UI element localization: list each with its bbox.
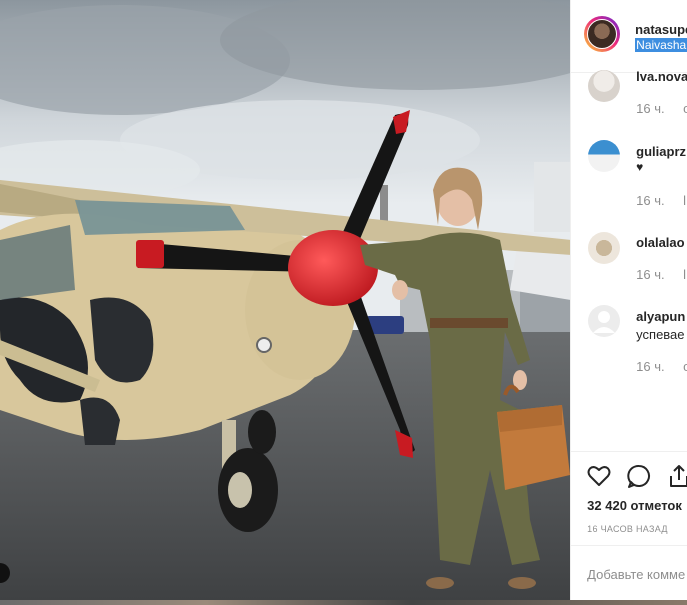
commenter-avatar[interactable] xyxy=(588,232,621,264)
commenter-username[interactable]: olalalao xyxy=(636,235,684,250)
default-avatar-icon xyxy=(593,311,616,333)
reply-button[interactable]: l xyxy=(683,193,686,208)
comment-text: успевае xyxy=(636,327,685,342)
add-comment-field[interactable]: Добавьте комме xyxy=(571,545,687,600)
commenter-avatar[interactable] xyxy=(588,70,621,102)
share-icon[interactable] xyxy=(666,463,687,489)
commenter-avatar[interactable] xyxy=(588,140,621,172)
comment-time[interactable]: 16 ч. xyxy=(636,359,664,374)
photo-scene xyxy=(0,0,571,600)
reply-button[interactable]: o xyxy=(683,359,687,374)
avatar-image xyxy=(587,19,618,49)
comment-time[interactable]: 16 ч. xyxy=(636,267,664,282)
commenter-avatar[interactable] xyxy=(588,305,621,337)
comment-text: ♥ xyxy=(636,160,644,174)
reply-button[interactable]: o xyxy=(683,101,687,116)
author-avatar[interactable] xyxy=(584,16,621,52)
comment-time[interactable]: 16 ч. xyxy=(636,193,664,208)
add-comment-placeholder: Добавьте комме xyxy=(587,567,686,582)
post-location[interactable]: Naivasha xyxy=(635,38,687,52)
heart-icon[interactable] xyxy=(586,463,612,489)
post-actions: 32 420 отметок 16 ЧАСОВ НАЗАД Добавьте к… xyxy=(571,451,687,600)
post-sidebar: natasupe Naivasha lva.nova 16 ч. o gulia… xyxy=(570,0,687,600)
comment-time[interactable]: 16 ч. xyxy=(636,101,664,116)
instagram-post: natasupe Naivasha lva.nova 16 ч. o gulia… xyxy=(0,0,687,600)
post-header: natasupe Naivasha xyxy=(571,0,687,73)
likes-count[interactable]: 32 420 отметок xyxy=(587,498,682,513)
reply-button[interactable]: l xyxy=(683,267,686,282)
comment-icon[interactable] xyxy=(626,463,652,489)
post-photo[interactable] xyxy=(0,0,571,600)
commenter-username[interactable]: lva.nova xyxy=(636,69,687,84)
post-timestamp[interactable]: 16 ЧАСОВ НАЗАД xyxy=(587,524,668,534)
commenter-username[interactable]: alyapun xyxy=(636,309,685,324)
author-username[interactable]: natasupe xyxy=(635,22,687,37)
commenter-username[interactable]: guliaprz xyxy=(636,144,686,159)
feed-next-post-strip xyxy=(0,600,687,605)
